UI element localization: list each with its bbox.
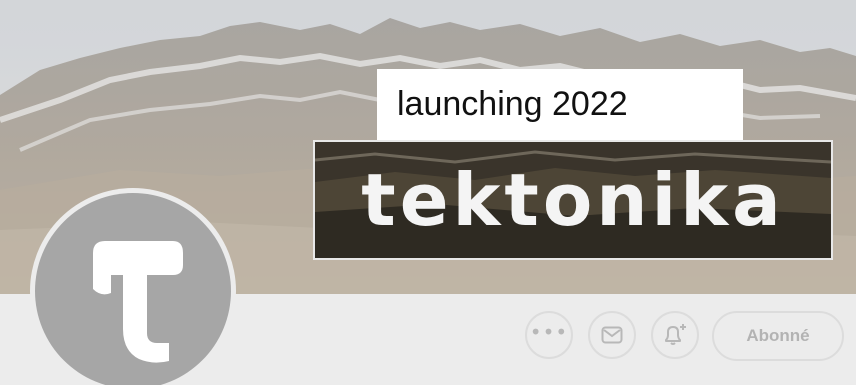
creator-profile-header: launching 2022 tektonika ••• Abonné bbox=[0, 0, 856, 385]
subscribed-button[interactable]: Abonné bbox=[712, 311, 844, 361]
more-options-button[interactable]: ••• bbox=[525, 311, 573, 359]
avatar[interactable] bbox=[30, 188, 236, 385]
avatar-logo-icon bbox=[35, 193, 231, 385]
ellipsis-icon: ••• bbox=[529, 320, 569, 344]
subscribed-label: Abonné bbox=[746, 326, 810, 345]
cover-tagline: launching 2022 bbox=[377, 69, 743, 140]
message-button[interactable] bbox=[588, 311, 636, 359]
notify-button[interactable] bbox=[651, 311, 699, 359]
tagline-text: launching 2022 bbox=[397, 85, 628, 123]
envelope-icon bbox=[601, 326, 623, 344]
brand-logo-text: tektonika bbox=[361, 158, 785, 242]
brand-logo-banner: tektonika bbox=[313, 140, 833, 260]
bell-plus-icon bbox=[665, 324, 686, 345]
